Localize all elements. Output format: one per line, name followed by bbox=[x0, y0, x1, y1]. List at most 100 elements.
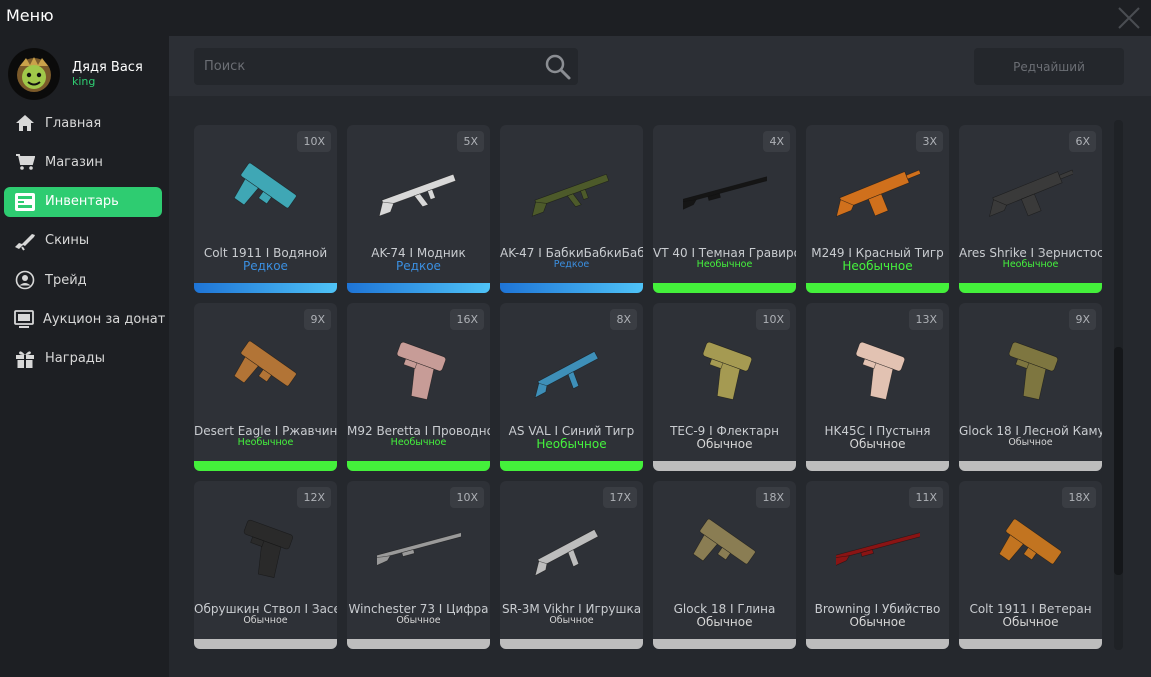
item-name: AK-74 I Модник bbox=[371, 246, 466, 260]
user-profile[interactable]: Дядя Вася king bbox=[8, 48, 168, 104]
item-name: HK45C I Пустыня bbox=[824, 424, 931, 438]
item-rarity: Обычное bbox=[1002, 615, 1059, 629]
sort-rarest-button[interactable]: Редчайший bbox=[974, 48, 1124, 85]
item-rarity: Необычное bbox=[390, 437, 447, 448]
inventory-card[interactable]: 10X Colt 1911 I Водяной Редкое bbox=[194, 125, 337, 293]
sidebar-item-inventory[interactable]: Инвентарь bbox=[4, 186, 162, 217]
rarity-bar bbox=[500, 639, 643, 649]
rarity-bar bbox=[806, 461, 949, 471]
rarity-bar bbox=[653, 461, 796, 471]
item-count-badge: 4X bbox=[763, 131, 790, 152]
sidebar-nav: Главная Магазин Инвентарь Скины Трейд Аукцион… bbox=[4, 108, 165, 383]
rarity-bar bbox=[347, 283, 490, 293]
window-title: Меню bbox=[6, 6, 54, 25]
scrollbar[interactable] bbox=[1114, 120, 1123, 650]
rarity-bar bbox=[194, 283, 337, 293]
inventory-card[interactable]: 6X Ares Shrike I Зернистость Необычное bbox=[959, 125, 1102, 293]
inventory-card[interactable]: AK-47 I БабкиБабкиБабкиРедкое bbox=[500, 125, 643, 293]
inventory-card[interactable]: 13X HK45C I Пустыня Обычное bbox=[806, 303, 949, 471]
item-name: Glock 18 I Глина bbox=[673, 602, 776, 616]
sidebar-item-label: Главная bbox=[45, 115, 102, 131]
weapon-skin-image bbox=[683, 327, 767, 411]
item-name: VT 40 I Темная Гравировка bbox=[653, 246, 796, 260]
item-rarity: Обычное bbox=[849, 615, 906, 629]
sidebar-item-gift[interactable]: Награды bbox=[4, 344, 162, 374]
item-name: Winchester 73 I Цифра bbox=[348, 602, 489, 616]
rarity-bar bbox=[959, 461, 1102, 471]
weapon-skin-image bbox=[377, 149, 461, 233]
weapon-skin-image bbox=[836, 327, 920, 411]
item-rarity: Необычное bbox=[237, 437, 294, 448]
inventory-card[interactable]: 16X M92 Beretta I Проводной Необычное bbox=[347, 303, 490, 471]
search-icon[interactable] bbox=[544, 53, 572, 81]
weapon-skin-image bbox=[370, 505, 465, 589]
sidebar: Дядя Вася king Главная Магазин Инвентарь Ск… bbox=[0, 36, 169, 677]
rarity-bar bbox=[959, 283, 1102, 293]
sidebar-item-trade[interactable]: Трейд bbox=[4, 265, 162, 295]
weapon-skin-image bbox=[989, 327, 1073, 411]
item-rarity: Обычное bbox=[243, 615, 288, 626]
avatar bbox=[8, 48, 60, 100]
item-name: Colt 1911 I Водяной bbox=[203, 246, 328, 260]
sidebar-item-home[interactable]: Главная bbox=[4, 108, 162, 138]
search-box bbox=[194, 48, 578, 85]
item-name: Обрушкин Ствол I Засекреченный bbox=[194, 602, 337, 616]
inventory-card[interactable]: 8X AS VAL I Синий Тигр Необычное bbox=[500, 303, 643, 471]
item-count-badge: 9X bbox=[1069, 309, 1096, 330]
home-icon bbox=[14, 113, 36, 133]
scrollbar-thumb[interactable] bbox=[1114, 347, 1123, 575]
rarity-bar bbox=[347, 461, 490, 471]
close-icon[interactable] bbox=[1117, 6, 1141, 30]
item-rarity: Необычное bbox=[536, 437, 607, 451]
inventory-icon bbox=[14, 192, 36, 212]
title-bar: Меню bbox=[0, 0, 1151, 36]
username: Дядя Вася bbox=[72, 60, 143, 75]
rarity-bar bbox=[194, 461, 337, 471]
cart-icon bbox=[14, 152, 36, 172]
weapon-skin-image bbox=[530, 149, 614, 233]
inventory-card[interactable]: 11X Browning I Убийство Обычное bbox=[806, 481, 949, 649]
item-rarity: Обычное bbox=[849, 437, 906, 451]
gift-icon bbox=[14, 349, 36, 369]
inventory-card[interactable]: 9X Desert Eagle I Ржавчина Необычное bbox=[194, 303, 337, 471]
weapon-skin-image bbox=[224, 505, 308, 589]
inventory-card[interactable]: 18X Glock 18 I Глина Обычное bbox=[653, 481, 796, 649]
trade-icon bbox=[14, 270, 36, 290]
auction-icon bbox=[14, 309, 34, 329]
inventory-card[interactable]: 18X Colt 1911 I Ветеран Обычное bbox=[959, 481, 1102, 649]
inventory-card[interactable]: 4X VT 40 I Темная ГравировкаНеобычное bbox=[653, 125, 796, 293]
weapon-skin-image bbox=[676, 149, 771, 233]
item-name: Browning I Убийство bbox=[814, 602, 941, 616]
search-input[interactable] bbox=[194, 48, 534, 85]
sidebar-item-label: Магазин bbox=[45, 154, 103, 170]
item-name: AK-47 I БабкиБабкиБабки bbox=[500, 246, 643, 260]
item-rarity: Редкое bbox=[243, 259, 288, 273]
item-count-badge: 3X bbox=[916, 131, 943, 152]
item-name: Glock 18 I Лесной Камуфляж bbox=[959, 424, 1102, 438]
item-count-badge: 8X bbox=[610, 309, 637, 330]
item-rarity: Обычное bbox=[696, 615, 753, 629]
sidebar-item-label: Скины bbox=[45, 233, 90, 249]
item-rarity: Редкое bbox=[396, 259, 441, 273]
inventory-card[interactable]: 5X AK-74 I Модник Редкое bbox=[347, 125, 490, 293]
inventory-card[interactable]: 17X SR-3M Vikhr I Игрушка Обычное bbox=[500, 481, 643, 649]
item-rarity: Редкое bbox=[553, 259, 590, 270]
inventory-card[interactable]: 10X TEC-9 I Флектарн Обычное bbox=[653, 303, 796, 471]
inventory-card[interactable]: 10X Winchester 73 I Цифра Обычное bbox=[347, 481, 490, 649]
rarity-bar bbox=[806, 283, 949, 293]
item-name: M92 Beretta I Проводной bbox=[347, 424, 490, 438]
inventory-card[interactable]: 12XОбрушкин Ствол I ЗасекреченныйОбычное bbox=[194, 481, 337, 649]
sidebar-item-label: Награды bbox=[45, 351, 106, 367]
item-name: Desert Eagle I Ржавчина bbox=[194, 424, 337, 438]
sidebar-item-cart[interactable]: Магазин bbox=[4, 147, 162, 177]
inventory-card[interactable]: 9X Glock 18 I Лесной КамуфляжОбычное bbox=[959, 303, 1102, 471]
user-rank: king bbox=[72, 75, 96, 88]
item-name: Colt 1911 I Ветеран bbox=[969, 602, 1092, 616]
rarity-bar bbox=[500, 283, 643, 293]
sidebar-item-rifle[interactable]: Скины bbox=[4, 226, 162, 256]
weapon-skin-image bbox=[829, 505, 924, 589]
rarity-bar bbox=[806, 639, 949, 649]
inventory-card[interactable]: 3X M249 I Красный Тигр Необычное bbox=[806, 125, 949, 293]
sidebar-item-auction[interactable]: Аукцион за донат bbox=[4, 304, 165, 334]
item-rarity: Обычное bbox=[396, 615, 441, 626]
